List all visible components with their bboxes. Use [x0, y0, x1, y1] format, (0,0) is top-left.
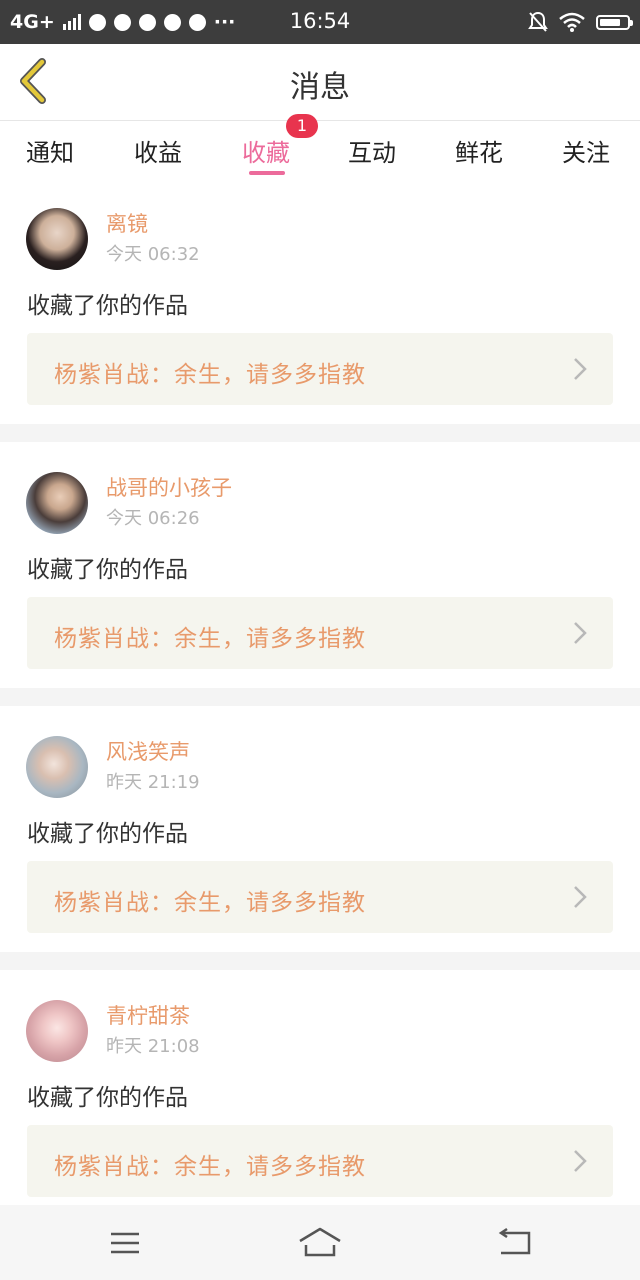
separator [0, 952, 640, 970]
timestamp: 今天 06:26 [106, 508, 200, 529]
avatar[interactable] [26, 1000, 88, 1062]
tab-badge: 1 [286, 114, 318, 138]
back-nav-icon[interactable] [493, 1225, 537, 1261]
nav-bar: 消息 [0, 44, 640, 121]
tab-flowers[interactable]: 鲜花 [455, 133, 503, 168]
separator [0, 424, 640, 442]
tab-notifications[interactable]: 通知 [26, 133, 74, 168]
work-title: 杨紫肖战：余生，请多多指教 [54, 1154, 366, 1180]
work-title: 杨紫肖战：余生，请多多指教 [54, 890, 366, 916]
work-link[interactable]: 杨紫肖战：余生，请多多指教 [27, 1125, 613, 1197]
tab-bar: 通知 收益 收藏 互动 鲜花 关注 [0, 121, 640, 177]
action-text: 收藏了你的作品 [27, 293, 188, 319]
username[interactable]: 风浅笑声 [106, 736, 190, 766]
work-link[interactable]: 杨紫肖战：余生，请多多指教 [27, 861, 613, 933]
avatar[interactable] [26, 208, 88, 270]
system-nav-bar [0, 1205, 640, 1280]
avatar[interactable] [26, 472, 88, 534]
chevron-right-icon [574, 622, 587, 644]
message-card: 风浅笑声 昨天 21:19 收藏了你的作品 杨紫肖战：余生，请多多指教 [0, 706, 640, 952]
separator [0, 688, 640, 706]
timestamp: 昨天 21:19 [106, 772, 200, 793]
tab-following[interactable]: 关注 [562, 133, 610, 168]
work-link[interactable]: 杨紫肖战：余生，请多多指教 [27, 597, 613, 669]
message-card: 战哥的小孩子 今天 06:26 收藏了你的作品 杨紫肖战：余生，请多多指教 [0, 442, 640, 688]
battery-icon [596, 14, 633, 30]
status-right [528, 9, 633, 35]
work-title: 杨紫肖战：余生，请多多指教 [54, 362, 366, 388]
message-card: 青柠甜茶 昨天 21:08 收藏了你的作品 杨紫肖战：余生，请多多指教 [0, 970, 640, 1216]
status-bar: 4G+ ··· 16:54 [0, 0, 640, 44]
home-icon[interactable] [298, 1225, 342, 1261]
work-link[interactable]: 杨紫肖战：余生，请多多指教 [27, 333, 613, 405]
page-title: 消息 [290, 70, 350, 105]
wifi-icon [559, 12, 585, 32]
username[interactable]: 青柠甜茶 [106, 1000, 190, 1030]
chevron-right-icon [574, 1150, 587, 1172]
work-title: 杨紫肖战：余生，请多多指教 [54, 626, 366, 652]
action-text: 收藏了你的作品 [27, 1085, 188, 1111]
action-text: 收藏了你的作品 [27, 557, 188, 583]
tab-favorites[interactable]: 收藏 [242, 133, 290, 168]
chevron-right-icon [574, 886, 587, 908]
action-text: 收藏了你的作品 [27, 821, 188, 847]
timestamp: 昨天 21:08 [106, 1036, 200, 1057]
username[interactable]: 战哥的小孩子 [106, 472, 232, 502]
username[interactable]: 离镜 [106, 208, 148, 238]
avatar[interactable] [26, 736, 88, 798]
tab-interactions[interactable]: 互动 [348, 133, 396, 168]
timestamp: 今天 06:32 [106, 244, 200, 265]
message-card: 离镜 今天 06:32 收藏了你的作品 杨紫肖战：余生，请多多指教 [0, 178, 640, 424]
tab-earnings[interactable]: 收益 [134, 133, 182, 168]
active-tab-indicator [249, 171, 285, 175]
bell-muted-icon [528, 11, 548, 32]
menu-icon[interactable] [103, 1225, 147, 1261]
chevron-right-icon [574, 358, 587, 380]
